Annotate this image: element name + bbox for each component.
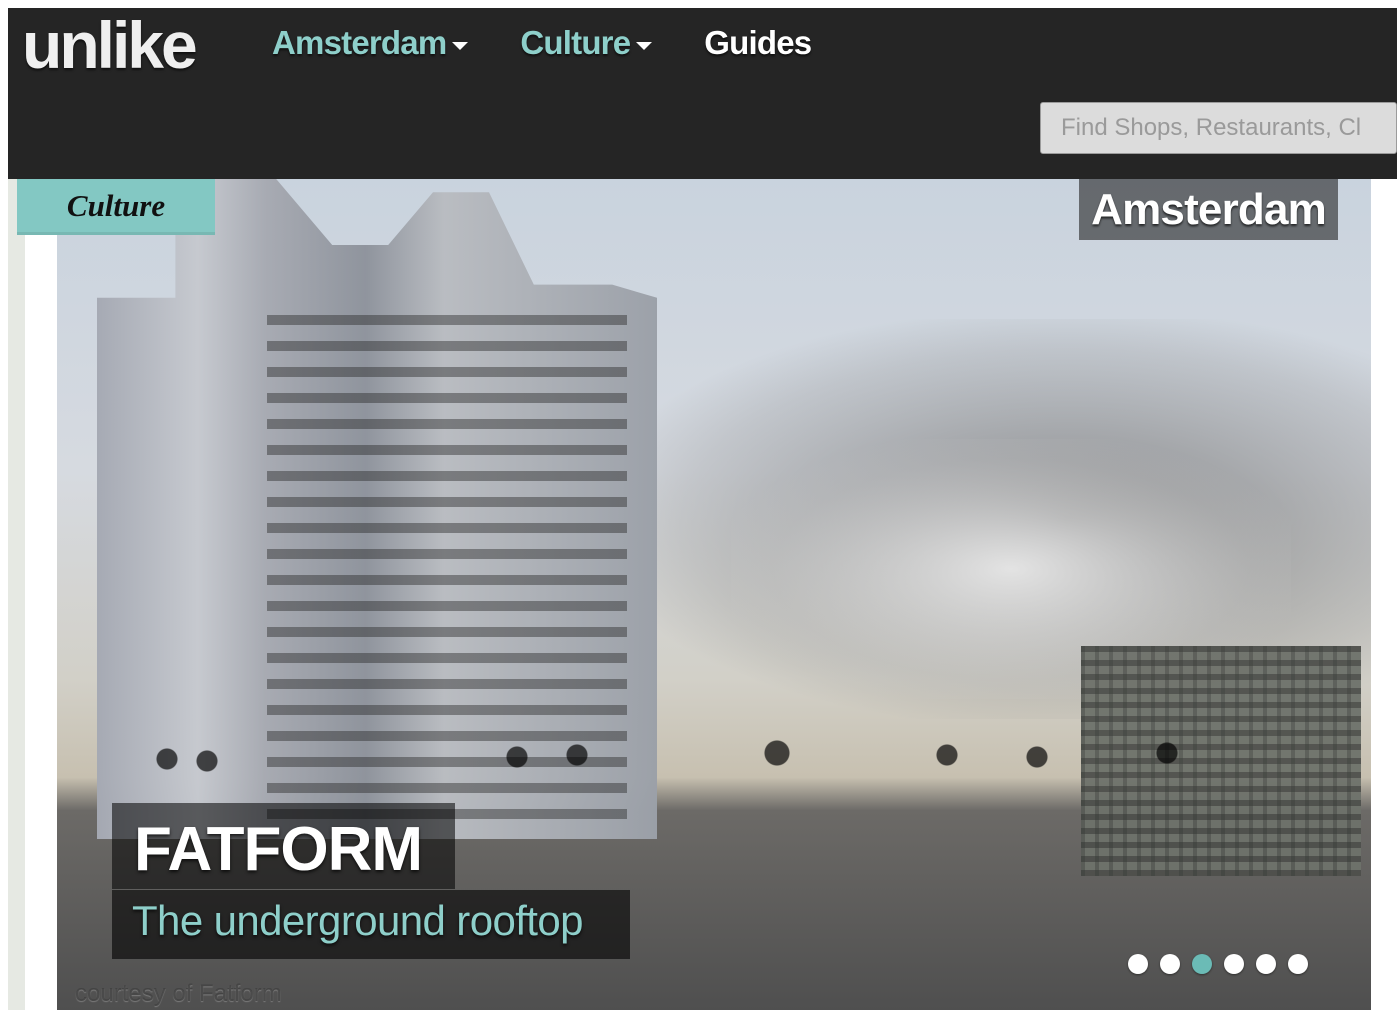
carousel-dot-1[interactable] [1128, 954, 1148, 974]
nav-guides-label: Guides [704, 24, 812, 61]
left-page-border [8, 179, 25, 1010]
top-navigation-bar: unlike Amsterdam Culture Guides [8, 8, 1397, 179]
nav-guides[interactable]: Guides [704, 24, 812, 62]
nav-amsterdam[interactable]: Amsterdam [272, 24, 469, 62]
page: unlike Amsterdam Culture Guides Culture [0, 0, 1397, 1010]
site-logo[interactable]: unlike [22, 12, 198, 78]
hero-subtitle[interactable]: The underground rooftop [132, 900, 583, 942]
carousel-dot-2[interactable] [1160, 954, 1180, 974]
chevron-down-icon [452, 42, 469, 50]
hero-title[interactable]: FATFORM [134, 819, 423, 881]
nav-culture[interactable]: Culture [520, 24, 653, 62]
carousel-dot-4[interactable] [1224, 954, 1244, 974]
nav-culture-label: Culture [520, 24, 631, 61]
search-input[interactable] [1041, 103, 1396, 153]
nav-amsterdam-label: Amsterdam [272, 24, 447, 61]
chevron-down-icon [636, 42, 653, 50]
category-tag-culture[interactable]: Culture [17, 179, 215, 235]
main-navigation: Amsterdam Culture Guides [272, 24, 812, 62]
photo-credit: courtesy of Fatform [75, 980, 282, 1007]
carousel-dot-6[interactable] [1288, 954, 1308, 974]
city-tag-amsterdam[interactable]: Amsterdam [1079, 179, 1338, 240]
carousel-dot-3[interactable] [1192, 954, 1212, 974]
carousel-dot-5[interactable] [1256, 954, 1276, 974]
search-box[interactable] [1040, 102, 1397, 154]
carousel-indicators [1128, 954, 1308, 974]
hero-caption[interactable]: FATFORM The underground rooftop [112, 803, 630, 959]
